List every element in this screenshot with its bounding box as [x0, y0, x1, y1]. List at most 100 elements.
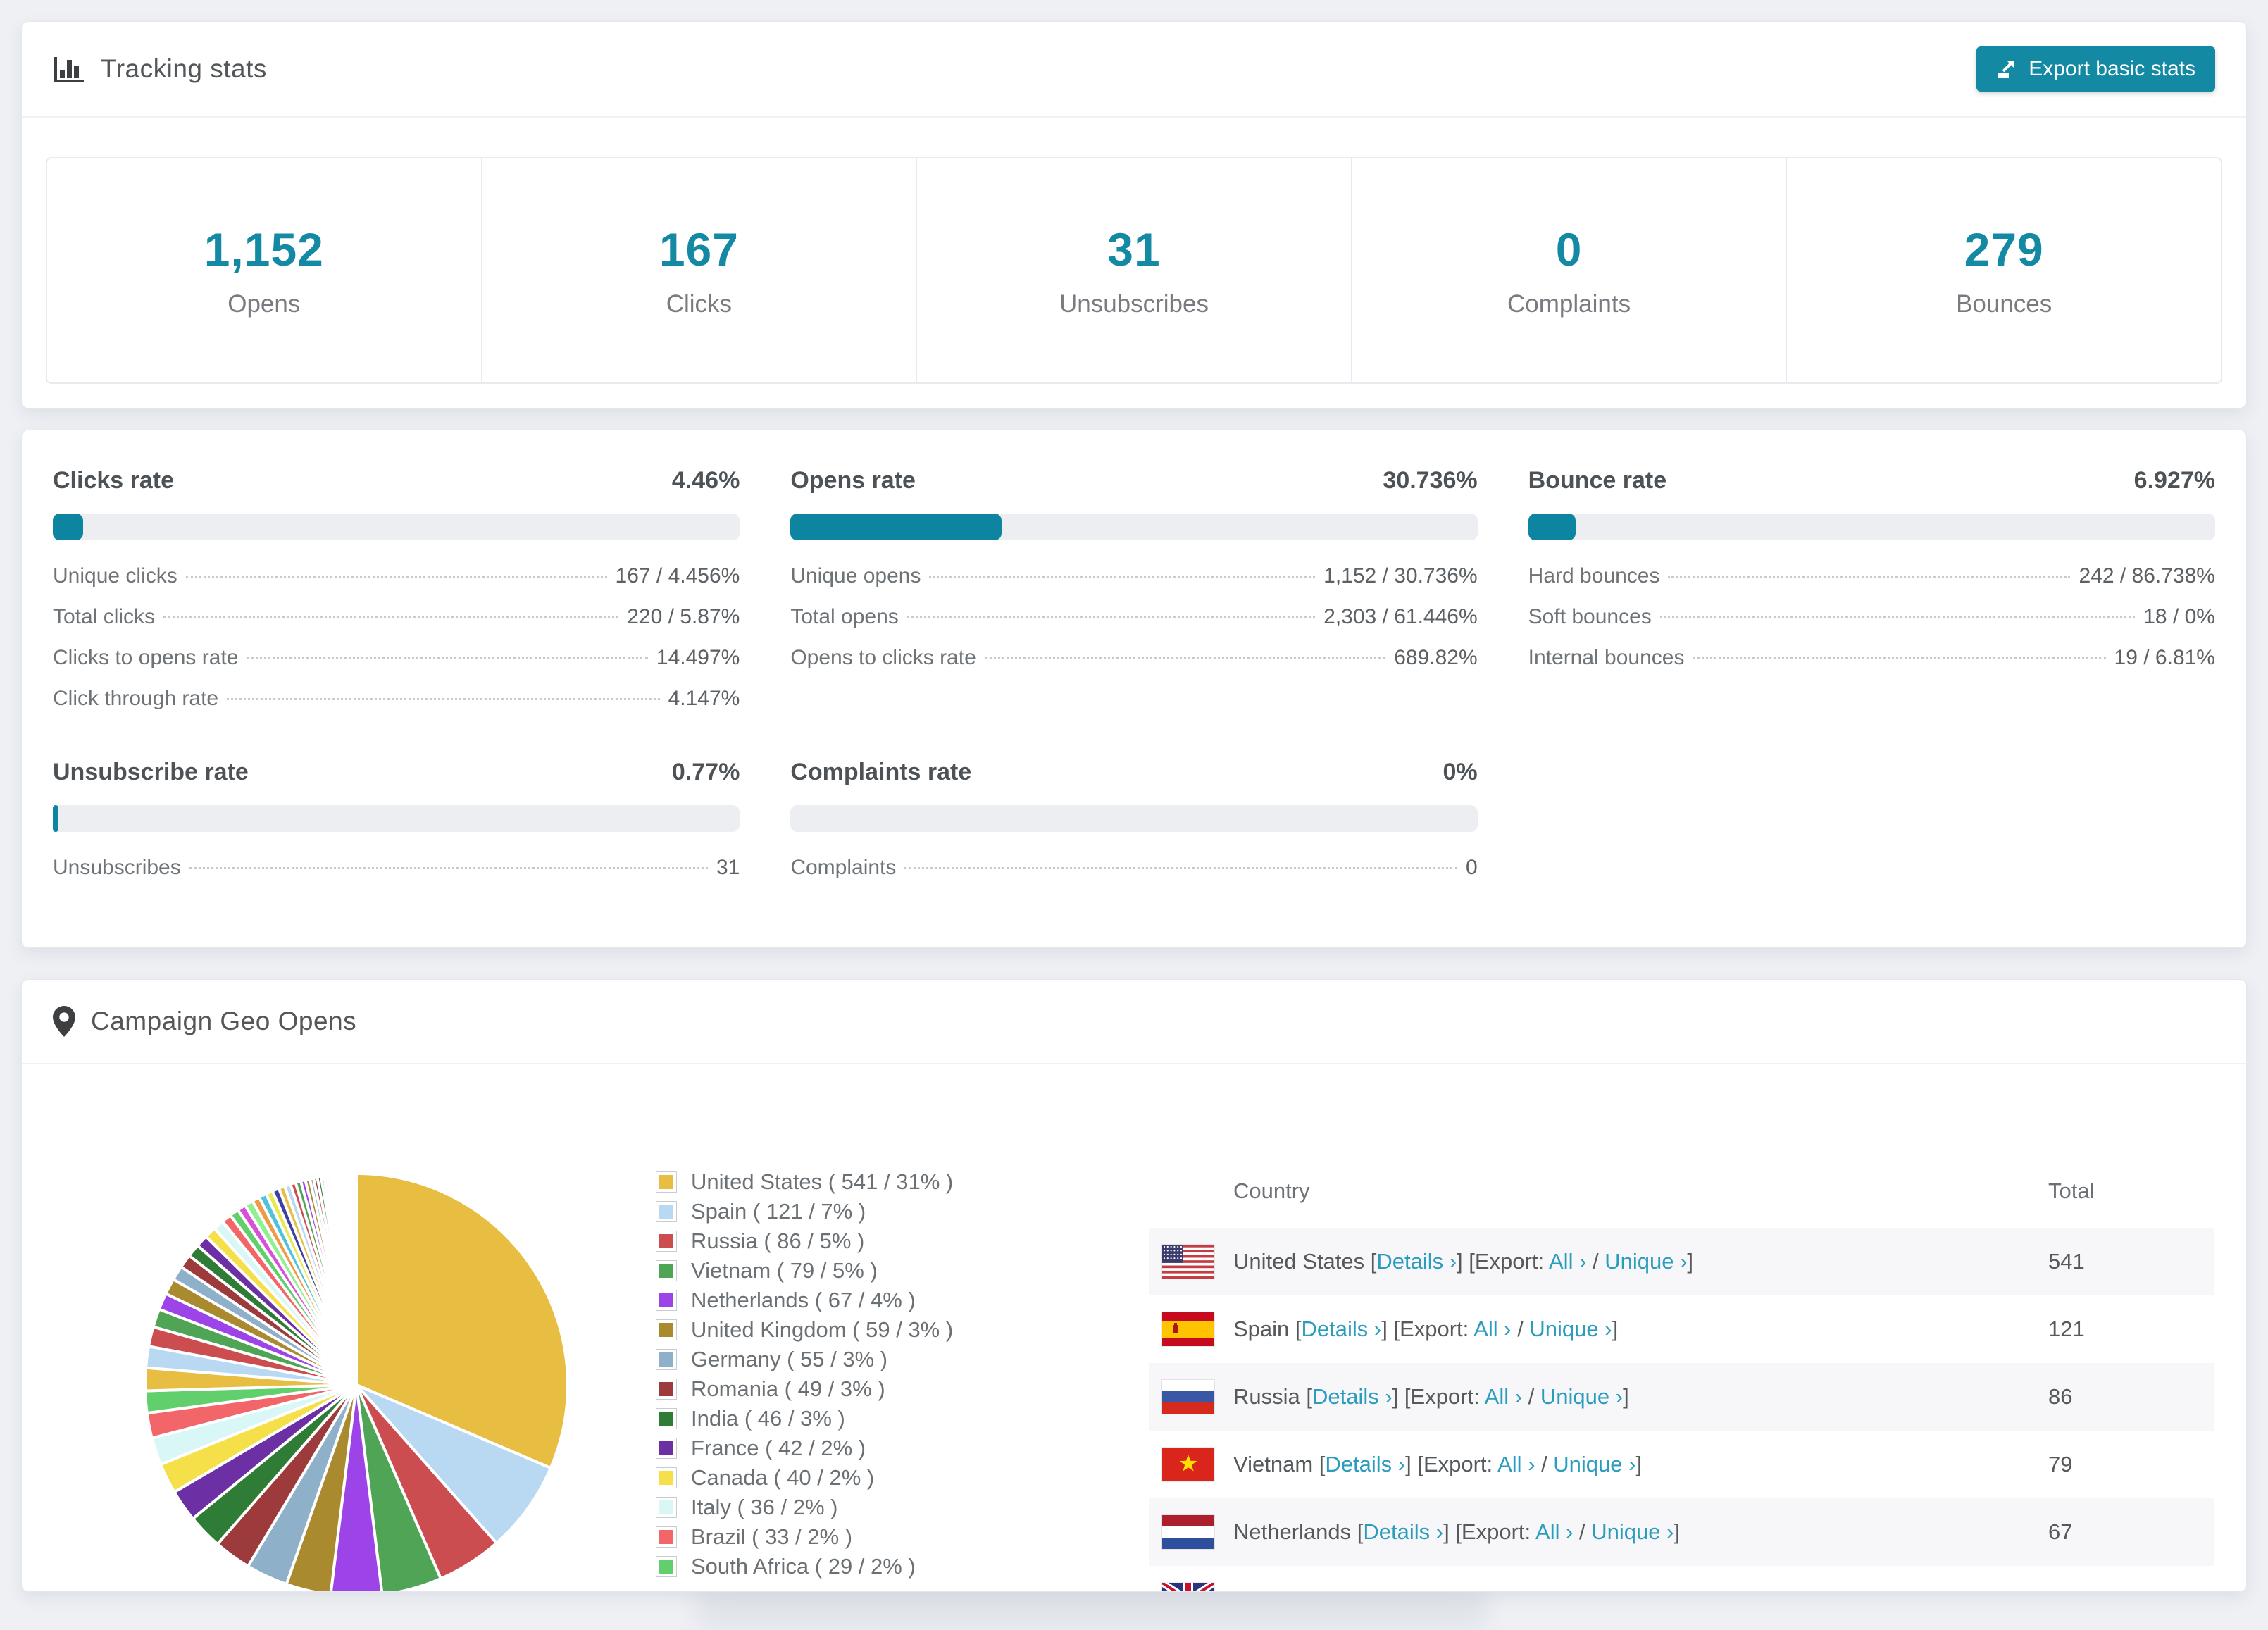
rate-stat-value: 220 / 5.87% — [627, 605, 740, 628]
details-link[interactable]: Details › — [1312, 1384, 1392, 1409]
geo-opens-pie-chart[interactable] — [124, 1152, 589, 1592]
rate-block-head: Complaints rate 0% — [790, 759, 1477, 790]
tracking-stats-header: Tracking stats Export basic stats — [22, 22, 2246, 118]
export-all-link[interactable]: All › — [1535, 1519, 1573, 1544]
rate-stat-row: Unique clicks 167 / 4.456% — [53, 564, 740, 605]
export-unique-link[interactable]: Unique › — [1540, 1384, 1623, 1409]
rate-stat-value: 31 — [716, 856, 740, 879]
export-all-link[interactable]: All › — [1473, 1317, 1511, 1341]
export-unique-link[interactable]: Unique › — [1591, 1519, 1674, 1544]
country-total: 67 — [2048, 1519, 2073, 1544]
stat-tile-opens: 1,152 Opens — [47, 158, 482, 382]
legend-label: France ( 42 / 2% ) — [691, 1436, 866, 1460]
rate-stat-label: Unsubscribes — [53, 856, 181, 879]
rate-block-opens-rate: Opens rate 30.736% Unique opens 1,152 / … — [790, 467, 1478, 728]
geo-row-text: Russia [Details ›] [Export: All › / Uniq… — [1233, 1384, 1629, 1409]
rate-stat-value: 1,152 / 30.736% — [1323, 564, 1478, 587]
dotted-leader — [1659, 616, 2136, 618]
legend-label: Germany ( 55 / 3% ) — [691, 1347, 888, 1371]
dotted-leader — [984, 657, 1386, 659]
stat-tiles: 1,152 Opens 167 Clicks 31 Unsubscribes 0 Co… — [46, 157, 2222, 384]
export-unique-link[interactable]: Unique › — [1529, 1317, 1612, 1341]
table-row-nl: Netherlands [Details ›] [Export: All › /… — [1149, 1498, 2214, 1566]
rate-stat-row: Opens to clicks rate 689.82% — [790, 646, 1477, 687]
stat-tile-value: 167 — [659, 223, 739, 275]
legend-swatch-icon — [656, 1201, 677, 1222]
country-total: 541 — [2048, 1249, 2085, 1274]
rate-title: Bounce rate — [1528, 467, 1667, 494]
geo-countries-table: Country Total United States [Details ›] … — [1149, 1155, 2214, 1591]
rate-block-head: Unsubscribe rate 0.77% — [53, 759, 740, 790]
rate-progress-track — [790, 514, 1478, 540]
rate-value: 30.736% — [1383, 467, 1478, 494]
export-button-label: Export basic stats — [2029, 57, 2195, 80]
legend-item: Italy ( 36 / 2% ) — [656, 1495, 953, 1519]
legend-label: Romania ( 49 / 3% ) — [691, 1376, 885, 1401]
stat-tile-value: 279 — [1964, 223, 2044, 275]
flag-vietnam-icon — [1161, 1447, 1215, 1482]
legend-item: United Kingdom ( 59 / 3% ) — [656, 1317, 954, 1342]
geo-row-text: Netherlands [Details ›] [Export: All › /… — [1233, 1519, 1681, 1544]
details-link[interactable]: Details › — [1401, 1587, 1481, 1591]
legend-swatch-icon — [656, 1379, 677, 1400]
rate-title: Opens rate — [790, 467, 916, 494]
stat-tile-value: 0 — [1555, 223, 1583, 275]
stat-tile-clicks: 167 Clicks — [482, 158, 918, 382]
legend-item: India ( 46 / 3% ) — [656, 1406, 953, 1431]
legend-label: United Kingdom ( 59 / 3% ) — [691, 1317, 954, 1342]
export-unique-link[interactable]: Unique › — [1629, 1587, 1712, 1591]
rate-title: Unsubscribe rate — [53, 759, 249, 785]
rate-stat-value: 19 / 6.81% — [2114, 646, 2215, 669]
rate-stat-label: Total clicks — [53, 605, 156, 628]
details-link[interactable]: Details › — [1376, 1249, 1457, 1274]
legend-item: Germany ( 55 / 3% ) — [656, 1347, 953, 1371]
export-all-link[interactable]: All › — [1485, 1384, 1522, 1409]
rate-stat-row: Unique opens 1,152 / 30.736% — [790, 564, 1477, 605]
rate-block-head: Bounce rate 6.927% — [1528, 467, 2215, 498]
export-unique-link[interactable]: Unique › — [1553, 1452, 1635, 1476]
legend-item: Netherlands ( 67 / 4% ) — [656, 1288, 953, 1312]
legend-label: United States ( 541 / 31% ) — [691, 1169, 954, 1194]
legend-label: Spain ( 121 / 7% ) — [691, 1199, 866, 1224]
export-all-link[interactable]: All › — [1573, 1587, 1610, 1591]
rate-stat-label: Hard bounces — [1528, 564, 1660, 587]
details-link[interactable]: Details › — [1363, 1519, 1443, 1544]
rate-progress-fill — [53, 514, 84, 540]
stat-tile-value: 1,152 — [204, 223, 324, 275]
rate-stat-label: Unique opens — [790, 564, 921, 587]
rate-stat-label: Soft bounces — [1528, 605, 1652, 628]
country-name: Russia — [1233, 1384, 1300, 1409]
rate-block-head: Clicks rate 4.46% — [53, 467, 740, 498]
flag-united-kingdom-icon — [1161, 1582, 1215, 1591]
rate-stat-value: 4.147% — [668, 687, 740, 710]
flag-russia-icon — [1161, 1379, 1215, 1414]
stat-tile-bounces: 279 Bounces — [1787, 158, 2221, 382]
column-header-total: Total — [2048, 1178, 2095, 1203]
country-name: Vietnam — [1233, 1452, 1314, 1476]
dotted-leader — [904, 867, 1457, 869]
rates-grid: Clicks rate 4.46% Unique clicks 167 / 4.… — [22, 430, 2246, 933]
legend-swatch-icon — [656, 1290, 677, 1311]
details-link[interactable]: Details › — [1325, 1452, 1405, 1476]
geo-table-rows: United States [Details ›] [Export: All ›… — [1149, 1228, 2214, 1591]
flag-united-states-icon — [1161, 1244, 1215, 1279]
stat-tile-complaints: 0 Complaints — [1352, 158, 1788, 382]
details-link[interactable]: Details › — [1302, 1317, 1382, 1341]
rate-stat-label: Complaints — [790, 856, 897, 879]
country-name: Spain — [1233, 1317, 1290, 1341]
rate-progress-fill — [53, 805, 58, 832]
legend-swatch-icon — [656, 1438, 677, 1459]
rate-value: 0% — [1443, 759, 1478, 785]
rate-block-unsubscribe-rate: Unsubscribe rate 0.77% Unsubscribes 31 — [53, 759, 740, 897]
stat-tile-value: 31 — [1107, 223, 1161, 275]
export-unique-link[interactable]: Unique › — [1605, 1249, 1687, 1274]
legend-item: Canada ( 40 / 2% ) — [656, 1465, 953, 1490]
export-all-link[interactable]: All › — [1497, 1452, 1535, 1476]
rate-stat-label: Internal bounces — [1528, 646, 1685, 669]
stat-tile-label: Opens — [228, 290, 301, 318]
flag-spain-icon — [1161, 1312, 1215, 1347]
export-basic-stats-button[interactable]: Export basic stats — [1976, 46, 2215, 92]
legend-swatch-icon — [656, 1231, 677, 1252]
export-all-link[interactable]: All › — [1549, 1249, 1586, 1274]
legend-swatch-icon — [656, 1526, 677, 1548]
